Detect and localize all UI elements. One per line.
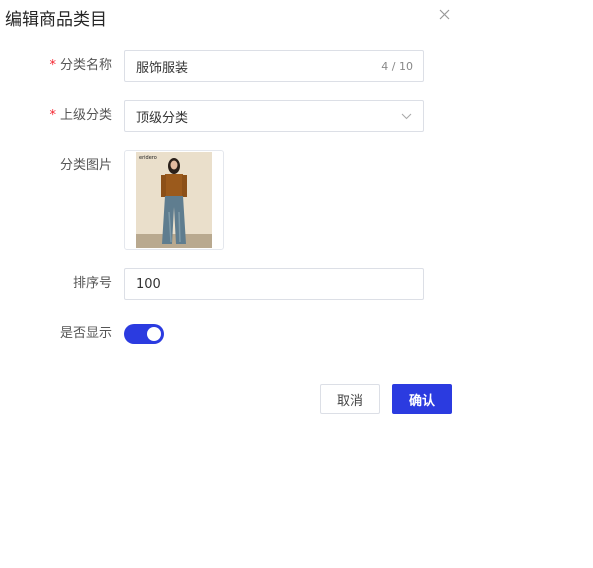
edit-category-dialog: 编辑商品类目 * 分类名称 服饰服装 4 / 10 * 上级分类 顶级分类 分类…: [0, 0, 593, 568]
cancel-button[interactable]: 取消: [320, 384, 380, 414]
sort-number-value: 100: [136, 276, 161, 292]
confirm-button[interactable]: 确认: [392, 384, 452, 414]
chevron-down-icon: [401, 113, 423, 120]
sort-number-input[interactable]: 100: [124, 268, 424, 300]
category-name-value: 服饰服装: [136, 60, 189, 76]
name-form-row: * 分类名称 服饰服装 4 / 10: [0, 50, 593, 82]
image-upload-card[interactable]: eridero: [124, 150, 224, 250]
photo-caption: eridero: [139, 155, 157, 161]
name-label-text: 分类名称: [59, 58, 112, 73]
close-icon[interactable]: [436, 6, 452, 22]
required-mark: *: [49, 58, 56, 73]
image-form-row: 分类图片: [0, 150, 593, 182]
parent-label: * 上级分类: [49, 100, 112, 132]
parent-form-row: * 上级分类 顶级分类: [0, 100, 593, 132]
visible-toggle[interactable]: [124, 324, 164, 344]
visible-label: 是否显示: [59, 326, 112, 341]
toggle-knob: [147, 327, 161, 341]
category-thumbnail: eridero: [136, 152, 212, 248]
sort-form-row: 排序号 100: [0, 268, 593, 300]
required-mark: *: [49, 108, 56, 123]
visible-form-row: 是否显示: [0, 318, 593, 350]
category-name-input[interactable]: 服饰服装 4 / 10: [124, 50, 424, 82]
parent-category-select[interactable]: 顶级分类: [124, 100, 424, 132]
name-label: * 分类名称: [49, 50, 112, 82]
image-label: 分类图片: [59, 158, 112, 173]
sort-label: 排序号: [72, 276, 112, 291]
parent-category-value: 顶级分类: [136, 110, 189, 126]
dialog-title: 编辑商品类目: [5, 10, 107, 30]
parent-label-text: 上级分类: [59, 108, 112, 123]
char-counter: 4 / 10: [381, 59, 413, 73]
